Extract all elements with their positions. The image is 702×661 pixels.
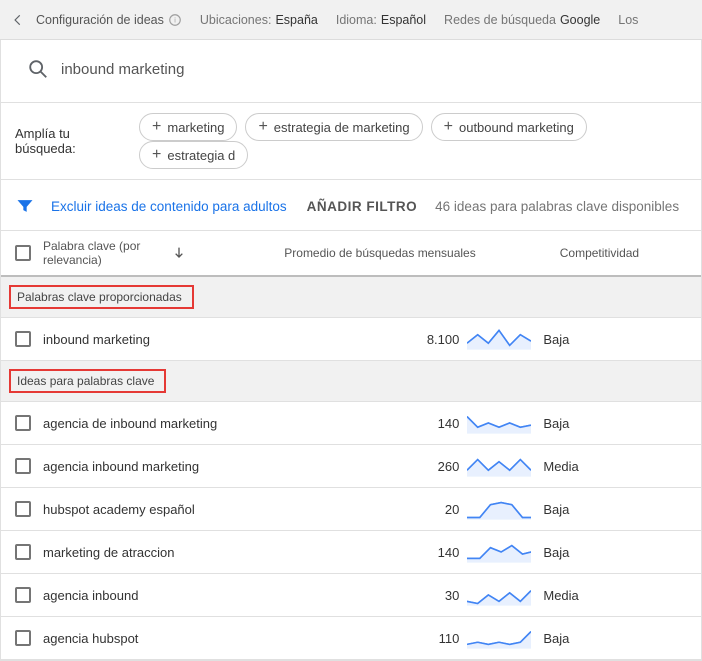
- filter-row: Excluir ideas de contenido para adultos …: [1, 179, 701, 230]
- locations-label: Ubicaciones:: [200, 13, 272, 27]
- top-bar: Configuración de ideas i Ubicaciones: Es…: [0, 0, 702, 40]
- networks-value: Google: [560, 13, 600, 27]
- avg-searches: 140: [413, 416, 459, 431]
- search-row: [1, 40, 701, 102]
- more-segment[interactable]: Los: [618, 13, 638, 27]
- row-checkbox[interactable]: [15, 501, 31, 517]
- keyword-cell: hubspot academy español: [43, 502, 263, 517]
- broaden-chip[interactable]: + marketing: [139, 113, 237, 141]
- avg-searches: 20: [413, 502, 459, 517]
- competition-cell: Baja: [543, 631, 687, 646]
- section-provided: Palabras clave proporcionadas: [1, 277, 701, 318]
- plus-icon: +: [444, 119, 453, 135]
- section-ideas-label: Ideas para palabras clave: [9, 369, 166, 393]
- chip-label: estrategia d: [167, 148, 235, 163]
- section-ideas: Ideas para palabras clave: [1, 361, 701, 402]
- row-checkbox[interactable]: [15, 458, 31, 474]
- exclude-adult-link[interactable]: Excluir ideas de contenido para adultos: [51, 199, 287, 214]
- locations-value: España: [275, 13, 317, 27]
- row-checkbox[interactable]: [15, 415, 31, 431]
- keyword-cell: marketing de atraccion: [43, 545, 263, 560]
- info-icon: i: [168, 13, 182, 27]
- avg-searches: 260: [413, 459, 459, 474]
- search-input[interactable]: [61, 61, 675, 78]
- plus-icon: +: [152, 147, 161, 163]
- avg-searches: 30: [413, 588, 459, 603]
- col-keyword-label[interactable]: Palabra clave (por relevancia): [43, 239, 163, 267]
- competition-cell: Baja: [543, 332, 687, 347]
- funnel-icon[interactable]: [15, 196, 35, 216]
- row-checkbox[interactable]: [15, 630, 31, 646]
- table-row: agencia inbound marketing 260 Media: [1, 445, 701, 488]
- row-checkbox[interactable]: [15, 544, 31, 560]
- config-segment[interactable]: Configuración de ideas i: [36, 13, 182, 27]
- table-row: marketing de atraccion 140 Baja: [1, 531, 701, 574]
- select-all-checkbox[interactable]: [15, 245, 31, 261]
- language-label: Idioma:: [336, 13, 377, 27]
- keyword-cell: agencia de inbound marketing: [43, 416, 263, 431]
- competition-cell: Media: [543, 459, 687, 474]
- avg-searches: 110: [413, 631, 459, 646]
- keyword-cell: agencia hubspot: [43, 631, 263, 646]
- sparkline: [467, 328, 531, 350]
- row-checkbox[interactable]: [15, 587, 31, 603]
- chip-label: estrategia de marketing: [274, 120, 410, 135]
- section-provided-label: Palabras clave proporcionadas: [9, 285, 194, 309]
- config-label: Configuración de ideas: [36, 13, 164, 27]
- broaden-chip[interactable]: + outbound marketing: [431, 113, 587, 141]
- chip-label: marketing: [167, 120, 224, 135]
- broaden-chip[interactable]: + estrategia d: [139, 141, 248, 169]
- language-value: Español: [381, 13, 426, 27]
- networks-segment[interactable]: Redes de búsqueda Google: [444, 13, 600, 27]
- plus-icon: +: [152, 119, 161, 135]
- sort-arrow-icon[interactable]: [171, 245, 187, 261]
- search-icon: [27, 58, 49, 80]
- sparkline: [467, 455, 531, 477]
- row-checkbox[interactable]: [15, 331, 31, 347]
- table-header: Palabra clave (por relevancia) Promedio …: [1, 230, 701, 277]
- sparkline: [467, 498, 531, 520]
- table-row: agencia inbound 30 Media: [1, 574, 701, 617]
- col-comp-label[interactable]: Competitividad: [560, 246, 639, 260]
- broaden-label: Amplía tu búsqueda:: [15, 126, 129, 156]
- broaden-row: Amplía tu búsqueda: + marketing + estrategi…: [1, 102, 701, 179]
- avg-searches: 140: [413, 545, 459, 560]
- table-row: inbound marketing 8.100 Baja: [1, 318, 701, 361]
- language-segment[interactable]: Idioma: Español: [336, 13, 426, 27]
- back-arrow-icon[interactable]: [6, 8, 30, 32]
- sparkline: [467, 412, 531, 434]
- competition-cell: Baja: [543, 545, 687, 560]
- keyword-cell: agencia inbound: [43, 588, 263, 603]
- sparkline: [467, 541, 531, 563]
- table-row: agencia de inbound marketing 140 Baja: [1, 402, 701, 445]
- broaden-chip[interactable]: + estrategia de marketing: [245, 113, 422, 141]
- table-row: hubspot academy español 20 Baja: [1, 488, 701, 531]
- ideas-count: 46 ideas para palabras clave disponibles: [435, 199, 679, 214]
- networks-label: Redes de búsqueda: [444, 13, 556, 27]
- col-avg-label[interactable]: Promedio de búsquedas mensuales: [284, 246, 475, 260]
- locations-segment[interactable]: Ubicaciones: España: [200, 13, 318, 27]
- keyword-cell: agencia inbound marketing: [43, 459, 263, 474]
- sparkline: [467, 584, 531, 606]
- competition-cell: Baja: [543, 502, 687, 517]
- competition-cell: Media: [543, 588, 687, 603]
- add-filter-button[interactable]: AÑADIR FILTRO: [307, 199, 418, 214]
- sparkline: [467, 627, 531, 649]
- svg-text:i: i: [174, 17, 176, 24]
- plus-icon: +: [258, 119, 267, 135]
- competition-cell: Baja: [543, 416, 687, 431]
- keyword-cell: inbound marketing: [43, 332, 263, 347]
- chip-label: outbound marketing: [459, 120, 574, 135]
- avg-searches: 8.100: [413, 332, 459, 347]
